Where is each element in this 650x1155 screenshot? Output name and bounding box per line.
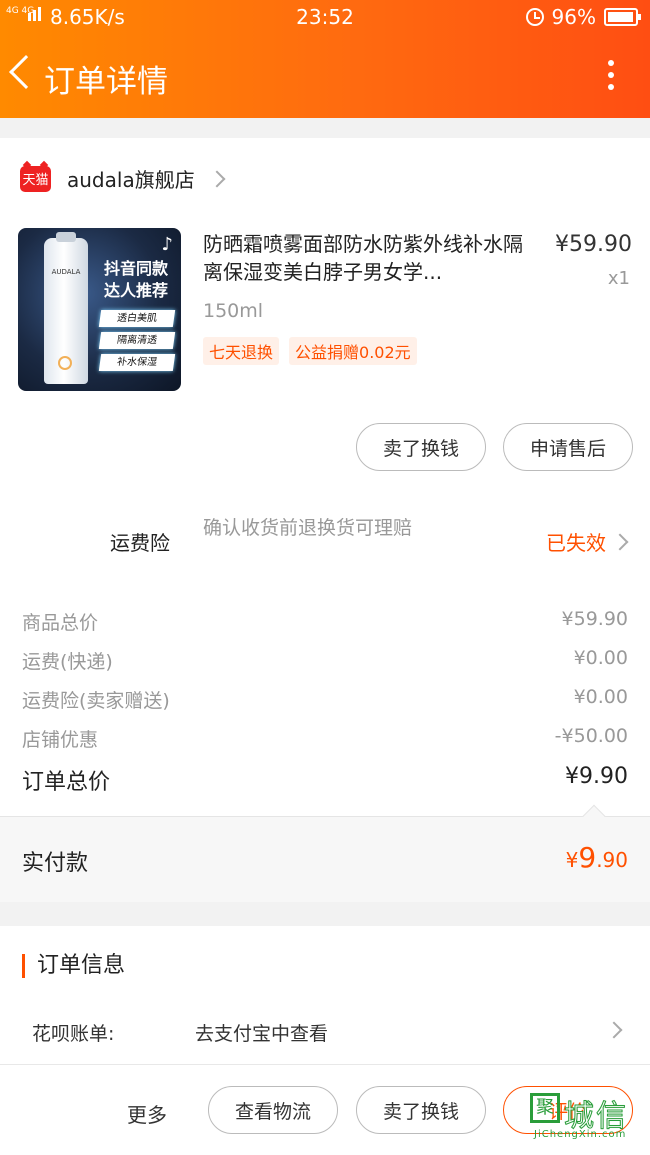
insurance-status-text: 已失效 [546,531,606,555]
tiktok-icon: ♪ [161,234,174,255]
cost-breakdown: 商品总价 ¥59.90 运费(快递) ¥0.00 运费险(卖家赠送) ¥0.00… [22,608,628,796]
huabei-bill-link[interactable]: 去支付宝中查看 [195,1019,328,1046]
more-options-icon[interactable] [608,60,614,96]
return-policy-tag: 七天退换 [203,337,280,365]
cost-row: 商品总价 ¥59.90 [22,608,628,647]
cost-row: 运费险(卖家赠送) ¥0.00 [22,686,628,725]
shipping-insurance-status[interactable]: 已失效 [546,527,629,556]
product-price: ¥59.90 [555,232,632,257]
cost-row: 运费(快递) ¥0.00 [22,647,628,686]
shipping-insurance-desc: 确认收货前退换货可理赔 [203,517,413,539]
product-tags: 七天退换 公益捐赠0.02元 [203,337,417,365]
after-sale-button[interactable]: 申请售后 [503,423,633,471]
bottle-brand: AUDALA [51,268,81,276]
cost-label: 店铺优惠 [22,729,99,751]
page-title: 订单详情 [44,64,168,100]
status-bar: 4G 4G 8.65K/s 23:52 96% [0,0,650,34]
battery-percent: 96% [551,5,596,29]
paid-amount: ¥9.90 [565,841,628,874]
promo-badge: 透白美肌 [98,310,176,327]
order-total-label: 订单总价 [22,770,111,795]
chevron-right-icon [208,170,226,187]
promo-badge: 隔离清透 [98,332,176,349]
cost-row: 店铺优惠 -¥50.00 [22,725,628,764]
alarm-clock-icon [525,8,544,26]
product-quantity: x1 [607,268,630,289]
cost-label: 运费险(卖家赠送) [22,690,170,712]
paid-amount-section: 实付款 ¥9.90 [0,804,650,902]
back-arrow-icon[interactable] [9,55,43,89]
app-header: 4G 4G 8.65K/s 23:52 96% 订单详情 [0,0,650,118]
chevron-right-icon[interactable] [605,1021,623,1039]
nav-bar: 订单详情 [0,46,650,108]
order-info-title: 订单信息 [22,954,125,978]
sell-for-cash-button[interactable]: 卖了换钱 [356,423,486,471]
more-button[interactable]: 更多 [127,1099,167,1128]
order-info-section: 订单信息 花呗账单: 去支付宝中查看 [0,926,650,1066]
cost-value: ¥0.00 [573,647,628,669]
bottle-graphic: AUDALA [44,232,88,384]
huabei-bill-label: 花呗账单: [32,1023,115,1045]
cost-label: 商品总价 [22,612,99,634]
sell-for-cash-button[interactable]: 卖了换钱 [356,1086,486,1134]
shipping-insurance-label: 运费险 [110,531,170,555]
paid-label: 实付款 [22,851,89,876]
cost-value: ¥0.00 [573,686,628,708]
order-card: 天猫 audala旗舰店 AUDALA ♪ 抖音同款 达人推荐 透白美肌 隔离清… [0,138,650,902]
view-logistics-button[interactable]: 查看物流 [208,1086,338,1134]
cost-value: ¥59.90 [561,608,628,630]
promo-headline: 抖音同款 达人推荐 [103,259,168,300]
battery-icon [604,8,641,26]
bottom-action-bar: 更多 查看物流 卖了换钱 评价 聚 城信 JiChengXin.com [0,1064,650,1155]
watermark-logo: 聚 城信 JiChengXin.com [530,1093,648,1147]
charity-tag: 公益捐赠0.02元 [289,337,417,365]
promo-badge: 补水保湿 [98,354,176,371]
product-title[interactable]: 防晒霜喷雾面部防水防紫外线补水隔离保湿变美白脖子男女学... [203,230,531,286]
cost-value: -¥50.00 [554,725,628,747]
order-total-row: 订单总价 ¥9.90 [22,764,628,796]
store-link[interactable]: 天猫 audala旗舰店 [20,164,226,193]
product-spec: 150ml [203,300,264,322]
tmall-icon: 天猫 [20,165,51,192]
product-image[interactable]: AUDALA ♪ 抖音同款 达人推荐 透白美肌 隔离清透 补水保湿 [18,228,181,391]
cost-label: 运费(快递) [22,651,113,673]
status-right: 96% [525,5,641,29]
order-total-value: ¥9.90 [565,764,628,789]
store-name: audala旗舰店 [67,168,195,192]
chevron-right-icon [611,533,629,550]
